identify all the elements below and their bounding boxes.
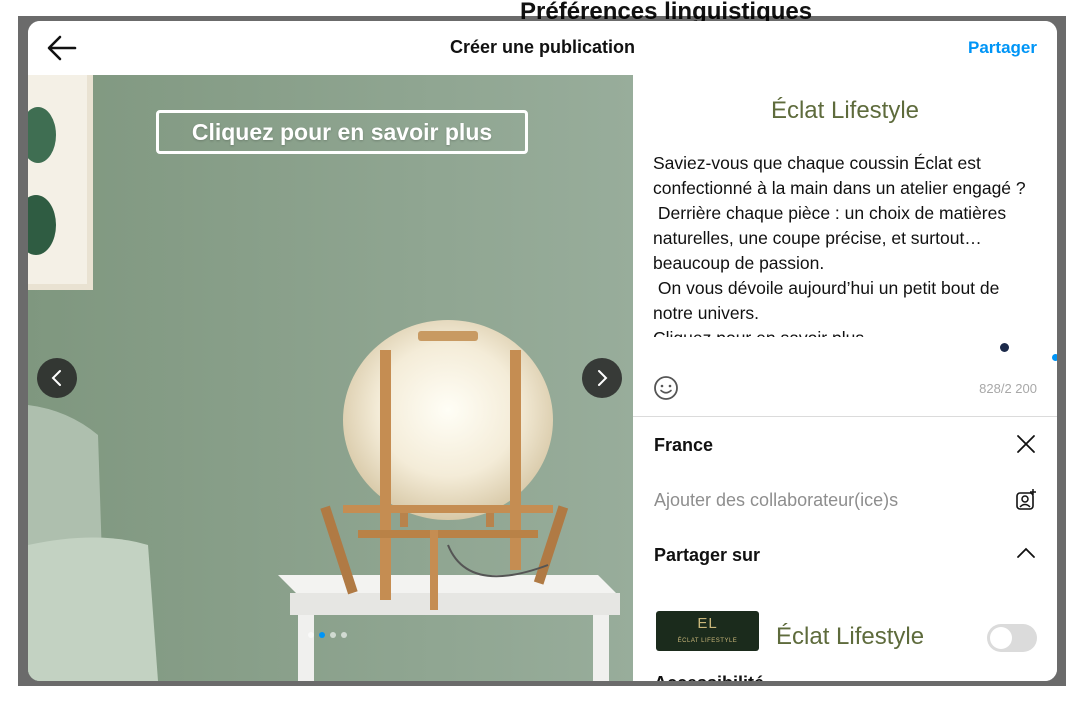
carousel-dot[interactable] (330, 632, 336, 638)
clear-location-button[interactable] (1015, 433, 1037, 460)
carousel-prev-button[interactable] (37, 358, 77, 398)
chevron-right-icon (598, 370, 608, 386)
toggle-knob (990, 627, 1012, 649)
post-settings-panel: Éclat Lifestyle Saviez-vous que chaque c… (633, 75, 1057, 681)
share-button[interactable]: Partager (968, 38, 1037, 58)
modal-title: Créer une publication (449, 37, 636, 57)
share-on-heading[interactable]: Partager sur (654, 545, 760, 566)
account-name: Éclat Lifestyle (776, 623, 925, 650)
location-value[interactable]: France (654, 435, 713, 456)
carousel-dot[interactable] (341, 632, 347, 638)
character-count: 828/2 200 (979, 381, 1037, 396)
share-account-toggle[interactable] (987, 624, 1037, 652)
logo-mark: EL (697, 615, 718, 632)
resize-handle[interactable] (1052, 354, 1057, 361)
text-cursor-handle[interactable] (1000, 343, 1009, 352)
add-collaborators-field[interactable]: Ajouter des collaborateur(ice)s (654, 490, 898, 511)
cta-overlay[interactable]: Cliquez pour en savoir plus (156, 110, 528, 154)
carousel-next-button[interactable] (582, 358, 622, 398)
modal-header: Créer une publication Partager (28, 21, 1057, 76)
caption-fade (653, 337, 1038, 349)
account-logo: EL ÉCLAT LIFESTYLE (656, 611, 759, 651)
add-collaborators-button[interactable] (1015, 488, 1037, 517)
collapse-share-on-button[interactable] (1015, 545, 1037, 566)
accessibility-heading[interactable]: Accessibilité (654, 673, 764, 681)
chevron-left-icon (51, 370, 61, 386)
emoji-button[interactable] (653, 375, 679, 401)
logo-subtext: ÉCLAT LIFESTYLE (677, 638, 738, 644)
divider (633, 416, 1057, 417)
media-carousel[interactable]: Cliquez pour en savoir plus (28, 75, 633, 681)
carousel-dots (308, 632, 347, 638)
carousel-dot-active[interactable] (319, 632, 325, 638)
create-post-modal: Créer une publication Partager Cliquez p… (28, 21, 1057, 681)
add-person-icon (1016, 489, 1036, 510)
brand-title: Éclat Lifestyle (770, 97, 920, 124)
carousel-dot[interactable] (308, 632, 314, 638)
chevron-up-icon (1017, 547, 1035, 558)
product-photo (28, 75, 633, 681)
close-icon (1017, 435, 1035, 453)
caption-textarea[interactable]: Saviez-vous que chaque coussin Éclat est… (653, 151, 1038, 347)
smiley-icon (654, 376, 678, 400)
